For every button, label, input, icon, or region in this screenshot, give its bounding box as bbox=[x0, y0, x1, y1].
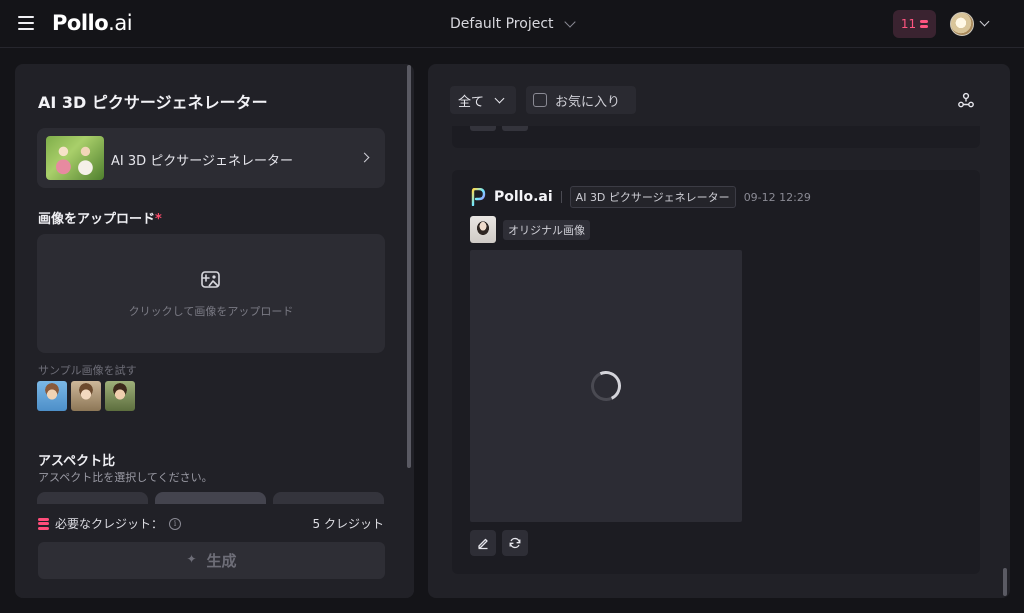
image-upload-dropzone[interactable]: クリックして画像をアップロード bbox=[37, 234, 385, 353]
sample-label: サンプル画像を試す bbox=[38, 364, 137, 377]
image-add-icon bbox=[201, 271, 220, 288]
button-stub[interactable] bbox=[470, 126, 496, 131]
checkbox[interactable] bbox=[533, 93, 547, 107]
scrollbar[interactable] bbox=[407, 65, 411, 468]
refresh-icon bbox=[509, 537, 521, 549]
chevron-right-icon bbox=[359, 152, 370, 163]
tool-tag: AI 3D ピクサージェネレーター bbox=[569, 186, 736, 208]
timestamp: 09-12 12:29 bbox=[743, 190, 811, 204]
generate-button[interactable]: 生成 bbox=[38, 542, 385, 579]
sample-image[interactable] bbox=[105, 381, 135, 411]
logo[interactable]: Pollo.ai bbox=[52, 11, 133, 35]
filter-select[interactable]: 全て bbox=[450, 86, 516, 114]
aspect-ratio-subtitle: アスペクト比を選択してください。 bbox=[38, 471, 213, 484]
tool-selector-card[interactable]: AI 3D ピクサージェネレーター bbox=[37, 128, 385, 188]
tool-thumbnail bbox=[46, 136, 104, 180]
favorites-checkbox[interactable]: お気に入り bbox=[526, 86, 636, 114]
chevron-down-icon bbox=[494, 93, 505, 103]
tool-name: AI 3D ピクサージェネレーター bbox=[111, 154, 294, 169]
project-name: Default Project bbox=[450, 16, 554, 32]
chevron-down-icon bbox=[563, 16, 576, 28]
chevron-down-icon[interactable] bbox=[979, 16, 990, 27]
aspect-ratio-title: アスペクト比 bbox=[38, 454, 116, 469]
generate-footer: 必要なクレジット： i 5 クレジット 生成 bbox=[15, 504, 414, 598]
top-bar: Pollo.ai Default Project 11 bbox=[0, 0, 1024, 48]
previous-result-card bbox=[452, 126, 980, 148]
share-icon[interactable] bbox=[958, 92, 974, 108]
page-title: AI 3D ピクサージェネレーター bbox=[38, 93, 268, 112]
original-image-tag: オリジナル画像 bbox=[503, 219, 590, 240]
coin-stack-icon bbox=[920, 19, 929, 29]
required-credits-value: 5 クレジット bbox=[312, 517, 384, 531]
divider bbox=[560, 191, 562, 203]
button-stub[interactable] bbox=[502, 126, 528, 131]
spinner-icon bbox=[586, 366, 626, 406]
results-panel: 全て お気に入り Pollo.ai AI 3D ピクサージェネレーター 09-1… bbox=[428, 64, 1010, 598]
avatar[interactable] bbox=[950, 12, 974, 36]
hamburger-icon[interactable] bbox=[18, 16, 34, 30]
sample-image[interactable] bbox=[71, 381, 101, 411]
upload-label: 画像をアップロード* bbox=[38, 212, 162, 227]
sparkle-icon bbox=[186, 552, 198, 567]
info-icon[interactable]: i bbox=[169, 517, 182, 530]
sample-image[interactable] bbox=[37, 381, 67, 411]
result-image-placeholder bbox=[470, 250, 742, 522]
coin-stack-icon bbox=[38, 517, 49, 530]
pollo-logo-icon bbox=[471, 188, 486, 206]
result-card: Pollo.ai AI 3D ピクサージェネレーター 09-12 12:29 オ… bbox=[452, 170, 980, 574]
project-selector[interactable]: Default Project bbox=[450, 16, 576, 32]
regenerate-button[interactable] bbox=[502, 530, 528, 556]
upload-hint: クリックして画像をアップロード bbox=[128, 305, 294, 318]
scrollbar[interactable] bbox=[1003, 568, 1007, 596]
required-credits: 必要なクレジット： i bbox=[38, 515, 182, 532]
generator-panel: AI 3D ピクサージェネレーター AI 3D ピクサージェネレーター 画像をア… bbox=[15, 64, 414, 598]
sample-images bbox=[37, 381, 135, 411]
pencil-icon bbox=[478, 538, 488, 550]
source-image-row: オリジナル画像 bbox=[470, 216, 590, 243]
result-card-header: Pollo.ai AI 3D ピクサージェネレーター 09-12 12:29 bbox=[470, 186, 811, 208]
credits-badge[interactable]: 11 bbox=[893, 10, 936, 38]
brand-name: Pollo.ai bbox=[494, 189, 553, 205]
edit-button[interactable] bbox=[470, 530, 496, 556]
source-image-thumbnail[interactable] bbox=[470, 216, 496, 243]
